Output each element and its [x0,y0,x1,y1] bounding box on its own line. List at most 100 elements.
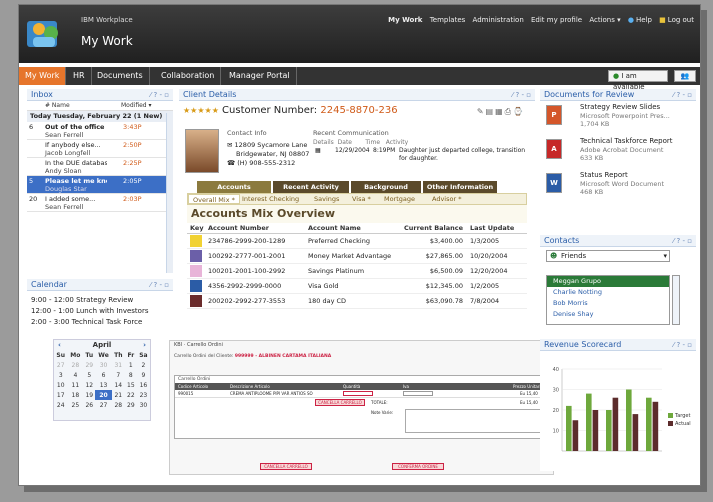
calendar-day[interactable]: 27 [54,360,67,370]
calendar-day[interactable]: 28 [67,360,83,370]
table-row[interactable]: 200202-2992-277-3553 180 day CD $63,090.78… [187,293,527,309]
table-row[interactable]: 4356-2992-2999-0000 Visa Gold $12,345.00 1/… [187,278,527,294]
calendar-day[interactable]: 29 [125,400,137,410]
calendar-day[interactable]: 26 [83,400,95,410]
calendar-day[interactable]: 8 [125,370,137,380]
calendar-day[interactable]: 27 [95,400,111,410]
link-help[interactable]: Help [636,16,652,24]
calendar-day[interactable]: 30 [137,400,150,410]
availability-button[interactable]: ● I am available [608,70,668,91]
help-icon[interactable]: ● [628,16,634,24]
calendar-day[interactable]: 23 [137,390,150,400]
panel-controls[interactable]: ⁄ ? ‐ ▫ [673,339,692,351]
list-item[interactable]: W Status Report Microsoft Word Document … [540,169,696,203]
calendar-day[interactable]: 11 [67,380,83,390]
calendar-day[interactable]: 31 [112,360,125,370]
tab-my-work[interactable]: My Work [19,67,67,85]
contacts-scrollbar[interactable] [672,275,680,325]
link-logout[interactable]: Log out [668,16,694,24]
tab-manager-portal[interactable]: Manager Portal [223,67,297,85]
list-item[interactable]: Denise Shay [547,309,669,320]
list-item[interactable]: In the DUE database Andy Sloan 2:25P [27,158,173,176]
list-item-selected[interactable]: Meggan Grupo [547,276,669,287]
calendar-day[interactable]: 12 [83,380,95,390]
subtab-savings[interactable]: Savings [310,194,343,204]
subtab-mortgage[interactable]: Mortgage [380,194,419,204]
notes-textarea[interactable] [405,409,545,433]
link-edit-profile[interactable]: Edit my profile [531,16,582,24]
subtab-interest-checking[interactable]: Interest Checking [238,194,303,204]
link-administration[interactable]: Administration [473,16,524,24]
calendar-day[interactable]: 6 [95,370,111,380]
calendar-day[interactable]: 21 [112,390,125,400]
calendar-day[interactable]: 2 [137,360,150,370]
calendar-day[interactable]: 13 [95,380,111,390]
calendar-day[interactable]: 29 [83,360,95,370]
panel-controls[interactable]: ⁄ ? ‐ ▫ [673,235,692,247]
tab-background[interactable]: Background [351,181,421,193]
col-modified[interactable]: Modified ▾ [121,101,152,111]
inbox-scrollbar[interactable] [166,113,173,273]
calendar-day[interactable]: 5 [83,370,95,380]
panel-controls[interactable]: ⁄ ? ‐ ▫ [150,89,169,101]
contacts-group-select[interactable]: ☻ Friends ▾ [546,250,670,262]
toolbar-icons[interactable]: ✎▤▦⎙⌚ [477,107,525,117]
calendar-day[interactable]: 14 [112,380,125,390]
tab-documents[interactable]: Documents [91,67,150,85]
link-actions[interactable]: Actions ▾ [589,16,620,24]
iva-select[interactable] [403,391,433,396]
calendar-day[interactable]: 4 [67,370,83,380]
logout-icon[interactable]: ■ [659,16,666,24]
calendar-day[interactable]: 3 [54,370,67,380]
calendar-day[interactable]: 19 [83,390,95,400]
calendar-day[interactable]: 10 [54,380,67,390]
subtab-visa[interactable]: Visa * [348,194,375,204]
calendar-day[interactable]: 9 [137,370,150,380]
calendar-day[interactable]: 15 [125,380,137,390]
col-name[interactable]: # Name [45,101,70,111]
quantity-stepper[interactable] [343,391,373,396]
next-month-icon[interactable]: › [143,340,146,350]
table-row[interactable]: 100201-2001-100-2992 Savings Platinum $6,5… [187,263,527,279]
frame-tab[interactable]: KBI · Carrello Ordini [174,342,223,348]
calendar-day[interactable]: 24 [54,400,67,410]
calendar-day[interactable]: 1 [125,360,137,370]
subtab-advisor[interactable]: Advisor * [428,194,465,204]
tab-other-information[interactable]: Other Information [423,181,497,193]
tab-collaboration[interactable]: Collaboration [155,67,222,85]
calendar-event[interactable]: 12:00 - 1:00 Lunch with Investors [27,306,173,317]
cart-row[interactable]: 990015 CREMA ANTIPLOOME PIPI VAR ANTIOS … [175,390,548,398]
calendar-day[interactable]: 7 [112,370,125,380]
list-item[interactable]: If anybody else... Jacob Longfell 2:50P [27,140,173,158]
list-item[interactable]: A Technical Taskforce Report Adobe Acrob… [540,135,696,169]
panel-controls[interactable]: ⁄ ? ‐ ▫ [512,89,531,101]
cancel-cart-small-button[interactable]: CANCELLA CARRELLO [315,399,365,406]
details-icon[interactable]: ▦ [315,147,321,155]
people-icon[interactable]: 👥 [674,70,696,82]
tab-recent-activity[interactable]: Recent Activity [273,181,349,193]
table-row[interactable]: 100292-2777-001-2001 Money Market Advanta… [187,248,527,264]
panel-controls[interactable]: ⁄ ? ‐ ▫ [673,89,692,101]
calendar-day[interactable]: 17 [54,390,67,400]
calendar-day[interactable]: 22 [125,390,137,400]
today-group[interactable]: Today Tuesday, February 22 (1 New) [27,111,173,122]
table-row[interactable]: 234786-2999-200-1289 Preferred Checking $3… [187,233,527,249]
cancel-cart-button[interactable]: CANCELLA CARRELLO [260,463,312,470]
calendar-day[interactable]: 30 [95,360,111,370]
list-item[interactable]: Charlie Notting [547,287,669,298]
list-item[interactable]: Bob Morris [547,298,669,309]
calendar-day[interactable]: 28 [112,400,125,410]
panel-controls[interactable]: ⁄ ? ‐ ▫ [150,279,169,291]
calendar-event[interactable]: 9:00 - 12:00 Strategy Review [27,295,173,306]
confirm-order-button[interactable]: CONFERMA ORDINE [392,463,444,470]
calendar-day[interactable]: 18 [67,390,83,400]
subtab-overall-mix[interactable]: Overall Mix * [188,194,240,204]
calendar-day[interactable]: 16 [137,380,150,390]
link-my-work[interactable]: My Work [388,16,422,24]
tab-accounts[interactable]: Accounts [197,181,271,193]
list-item-selected[interactable]: 5 Please let me kno Douglas Star 2:05P [27,176,173,194]
calendar-day[interactable]: 25 [67,400,83,410]
calendar-day[interactable]: 20 [95,390,112,400]
link-templates[interactable]: Templates [430,16,466,24]
list-item[interactable]: P Strategy Review Slides Microsoft Power… [540,101,696,135]
